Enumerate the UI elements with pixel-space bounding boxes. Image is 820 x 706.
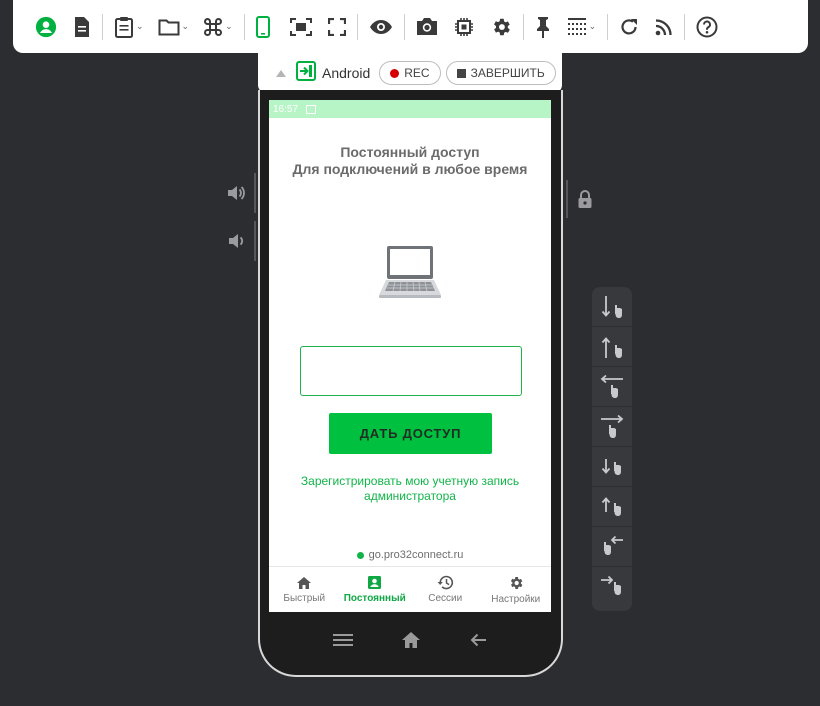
finish-button[interactable]: ЗАВЕРШИТЬ [445,61,556,85]
status-time: 16:57 [273,103,299,115]
nav-label: Быстрый [283,592,326,604]
rec-button[interactable]: REC [379,61,441,85]
home-icon [297,576,312,589]
clipboard-icon[interactable]: ⌄ [114,14,144,40]
folder-icon[interactable]: ⌄ [158,14,190,40]
fit-screen-icon[interactable] [289,14,312,40]
file-icon[interactable] [73,14,91,40]
gear-icon[interactable] [490,14,512,40]
swipe-right-icon[interactable] [592,407,632,447]
nav-item-quick[interactable]: Быстрый [269,567,340,612]
rss-icon[interactable] [655,14,673,40]
contact-icon [368,576,382,589]
short-swipe-right-icon[interactable] [592,567,632,607]
server-address: go.pro32connect.ru [368,549,464,561]
volume-down-icon[interactable] [228,232,246,255]
stop-icon [456,68,466,78]
short-swipe-left-icon[interactable] [592,527,632,567]
finish-label: ЗАВЕРШИТЬ [470,66,545,80]
side-divider [254,173,256,213]
nav-label: Сессии [428,593,463,604]
toolbar-divider [607,13,609,40]
nav-label: Постоянный [343,593,406,604]
help-icon[interactable] [696,14,718,40]
pin-icon[interactable] [535,14,551,40]
chip-icon[interactable] [454,14,474,40]
rec-label: REC [404,66,430,80]
title-line-2: Для подключений в любое время [292,161,528,177]
volume-up-icon[interactable] [226,183,246,208]
gear-icon [510,576,523,589]
android-app-icon [296,60,316,86]
register-admin-link[interactable]: Зарегистрировать мою учетную запись адми… [299,474,521,504]
device-bar: Android REC ЗАВЕРШИТЬ [258,53,562,93]
access-code-input[interactable] [300,346,522,396]
nav-label: Настройки [491,593,541,605]
record-dot-icon [390,68,400,78]
platform-label: Android [322,65,371,81]
command-icon[interactable]: ⌄ [203,14,233,40]
laptop-icon [377,242,443,309]
side-divider [566,180,568,218]
grant-access-button[interactable]: ДАТЬ ДОСТУП [329,413,492,454]
bottom-navigation: Быстрый Постоянный Сессии Настройки [269,566,551,612]
chevron-down-icon: ⌄ [588,21,597,32]
menu-icon[interactable] [333,633,353,652]
nav-item-sessions[interactable]: Сессии [410,567,481,612]
toolbar-divider [356,13,358,40]
nav-item-settings[interactable]: Настройки [481,567,552,612]
cast-icon [306,104,317,114]
swipe-up-icon[interactable] [592,327,632,367]
camera-icon[interactable] [416,14,438,40]
chevron-down-icon: ⌄ [136,21,144,32]
short-swipe-up-icon[interactable] [592,487,632,527]
toolbar-divider [684,13,686,40]
main-toolbar: ⌄ ⌄ ⌄ ⌄ [13,0,808,53]
title-line-1: Постоянный доступ [340,144,480,160]
status-bar: 16:57 [269,100,551,118]
home-icon[interactable] [401,631,421,654]
page-title: Постоянный доступ Для подключений в любо… [269,144,551,178]
collapse-arrow-icon[interactable] [276,69,286,77]
toolbar-divider [403,13,405,40]
swipe-down-icon[interactable] [592,287,632,327]
back-icon[interactable] [469,632,487,653]
short-swipe-down-icon[interactable] [592,447,632,487]
side-divider [254,221,256,261]
toolbar-divider [243,13,245,40]
server-status: go.pro32connect.ru [269,549,551,561]
android-soft-keys [269,620,551,664]
eye-icon[interactable] [369,14,393,40]
chevron-down-icon: ⌄ [181,21,190,32]
gesture-panel [592,287,632,611]
chevron-down-icon: ⌄ [225,21,233,32]
history-icon [437,575,453,590]
swipe-left-icon[interactable] [592,367,632,407]
lock-icon[interactable] [577,189,593,214]
phone-icon[interactable] [255,14,270,40]
nav-item-permanent[interactable]: Постоянный [340,567,411,612]
refresh-icon[interactable] [619,14,639,40]
device-screen: 16:57 Постоянный доступ Для подключений … [269,100,551,612]
fullscreen-icon[interactable] [327,14,346,40]
toolbar-divider [522,13,524,40]
online-dot-icon [356,551,364,559]
grid-icon[interactable]: ⌄ [567,14,597,40]
toolbar-divider [102,13,103,40]
account-icon[interactable] [35,14,57,40]
